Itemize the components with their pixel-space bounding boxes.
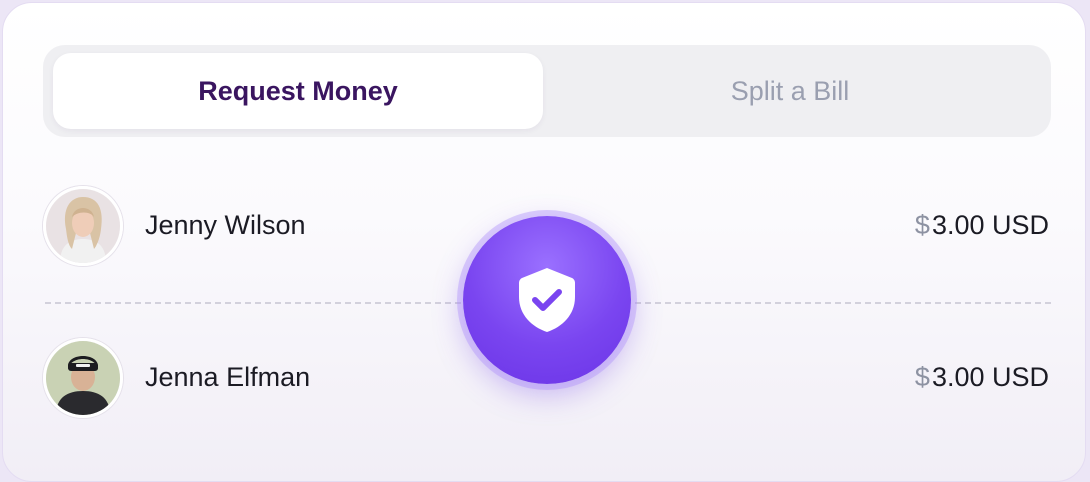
amount-value: $3.00 USD	[915, 362, 1049, 393]
tab-split-a-bill[interactable]: Split a Bill	[545, 53, 1035, 129]
currency-symbol: $	[914, 210, 930, 240]
amount-text: 3.00 USD	[931, 362, 1049, 392]
avatar-woman-icon	[46, 189, 120, 263]
security-badge[interactable]	[463, 216, 631, 384]
contact-name: Jenna Elfman	[145, 362, 311, 392]
avatar	[43, 338, 123, 418]
segmented-control: Request Money Split a Bill	[43, 45, 1051, 137]
amount-value: $3.00 USD	[915, 210, 1049, 241]
contact-name: Jenny Wilson	[145, 210, 306, 240]
tab-request-money[interactable]: Request Money	[53, 53, 543, 129]
currency-symbol: $	[914, 362, 930, 392]
avatar-man-icon	[46, 341, 120, 415]
shield-check-icon	[519, 268, 575, 332]
request-card: Request Money Split a Bill Jenny Wilson …	[2, 2, 1086, 482]
amount-text: 3.00 USD	[931, 210, 1049, 240]
avatar	[43, 186, 123, 266]
